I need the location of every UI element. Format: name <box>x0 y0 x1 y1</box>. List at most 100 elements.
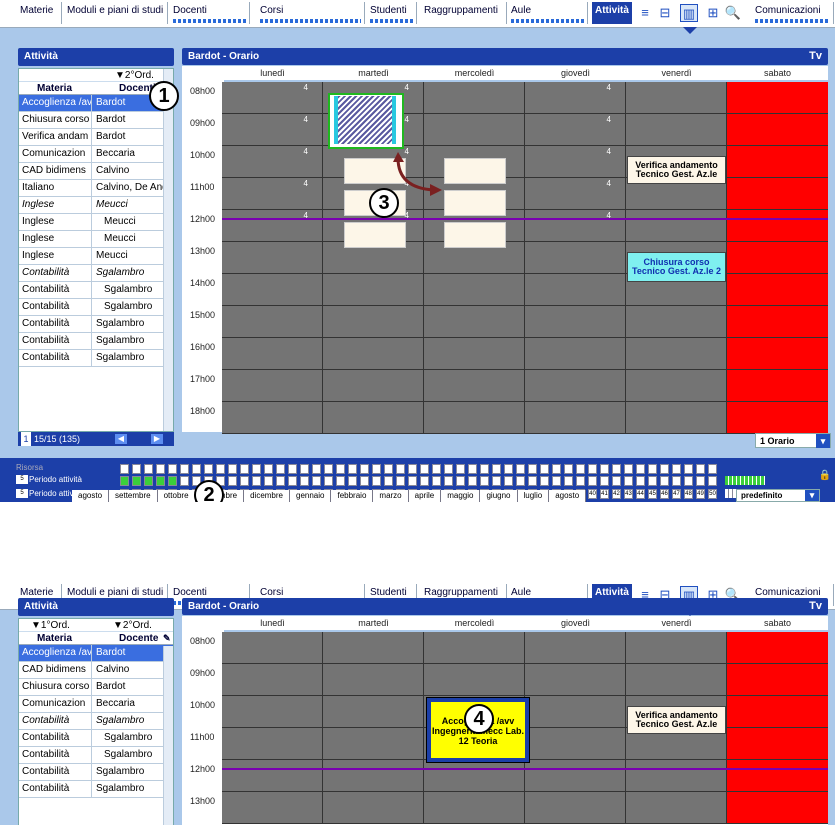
week-activity[interactable] <box>144 476 153 486</box>
activity-chiusura[interactable]: Chiusura corso Tecnico Gest. Az.le 2 <box>627 252 726 282</box>
timetable-cell[interactable] <box>424 274 525 306</box>
column-materia[interactable]: Materia <box>37 82 72 95</box>
week-risorsa[interactable] <box>384 464 393 474</box>
timetable-cell[interactable] <box>222 370 323 402</box>
week-active[interactable]: 46 <box>660 489 669 499</box>
timetable-cell[interactable] <box>323 632 424 664</box>
week-risorsa[interactable] <box>252 464 261 474</box>
column-icon[interactable]: ⊟ <box>656 4 674 22</box>
timetable-cell[interactable] <box>323 696 424 728</box>
week-risorsa[interactable] <box>324 464 333 474</box>
list-scrollbar[interactable] <box>163 69 173 431</box>
timetable-cell[interactable] <box>525 338 626 370</box>
next-page-icon[interactable]: ▶ <box>151 434 163 444</box>
timetable-cell[interactable] <box>727 664 828 696</box>
empty-slot[interactable] <box>444 222 506 248</box>
week-risorsa[interactable] <box>552 464 561 474</box>
tab-raggruppamenti[interactable]: Raggruppamenti <box>421 2 507 24</box>
timetable-cell[interactable] <box>727 696 828 728</box>
week-activity[interactable] <box>276 476 285 486</box>
timetable-cell[interactable] <box>727 402 828 434</box>
week-activity[interactable] <box>324 476 333 486</box>
week-activity[interactable] <box>432 476 441 486</box>
week-activity[interactable] <box>396 476 405 486</box>
timetable-cell[interactable] <box>323 664 424 696</box>
month-label[interactable]: maggio <box>441 490 481 502</box>
week-active[interactable]: 47 <box>672 489 681 499</box>
week-activity[interactable] <box>624 476 633 486</box>
week-activity[interactable] <box>420 476 429 486</box>
week-risorsa[interactable] <box>288 464 297 474</box>
week-risorsa[interactable] <box>216 464 225 474</box>
timetable-cell[interactable] <box>727 178 828 210</box>
timetable-cell[interactable] <box>525 760 626 792</box>
week-risorsa[interactable] <box>240 464 249 474</box>
week-activity[interactable] <box>348 476 357 486</box>
week-risorsa[interactable] <box>396 464 405 474</box>
week-activity[interactable] <box>372 476 381 486</box>
week-risorsa[interactable] <box>192 464 201 474</box>
timetable-cell[interactable] <box>626 210 727 242</box>
tab-moduli-e-piani-di-studi[interactable]: Moduli e piani di studi <box>64 2 168 24</box>
timetable-cell[interactable] <box>323 728 424 760</box>
timetable-cell[interactable]: 4 <box>525 178 626 210</box>
timetable-cell[interactable] <box>727 210 828 242</box>
timetable-cell[interactable] <box>525 664 626 696</box>
list-item[interactable]: Inglese Meucci <box>19 214 173 231</box>
week-active[interactable]: 48 <box>684 489 693 499</box>
week-active[interactable]: 45 <box>648 489 657 499</box>
week-activity[interactable] <box>240 476 249 486</box>
timetable-cell[interactable] <box>626 82 727 114</box>
list-item[interactable]: Contabilità Sgalambro <box>19 265 173 282</box>
sort-2-button[interactable]: ▼2°Ord. <box>115 69 154 82</box>
week-risorsa[interactable] <box>132 464 141 474</box>
sort-1-button[interactable]: ▼1°Ord. <box>31 619 70 632</box>
timetable-cell[interactable] <box>222 760 323 792</box>
timetable-cell[interactable] <box>727 792 828 824</box>
week-risorsa[interactable] <box>504 464 513 474</box>
timetable-cell[interactable] <box>626 792 727 824</box>
week-risorsa[interactable] <box>204 464 213 474</box>
timetable-cell[interactable] <box>323 274 424 306</box>
week-risorsa[interactable] <box>336 464 345 474</box>
week-activity[interactable] <box>648 476 657 486</box>
list-item[interactable]: Comunicazion Beccaria <box>19 696 173 713</box>
week-risorsa[interactable] <box>432 464 441 474</box>
timetable-cell[interactable]: 4 <box>222 82 323 114</box>
timetable-cell[interactable] <box>424 82 525 114</box>
timetable-cell[interactable] <box>525 274 626 306</box>
prev-page-icon[interactable]: ◀ <box>115 434 127 444</box>
activity-verifica[interactable]: Verifica andamento Tecnico Gest. Az.le <box>627 706 726 734</box>
week-activity[interactable] <box>480 476 489 486</box>
list-item[interactable]: Contabilità Sgalambro <box>19 764 173 781</box>
week-risorsa[interactable] <box>156 464 165 474</box>
orario-select[interactable]: 1 Orario ▾ <box>755 433 831 448</box>
list-item[interactable]: Inglese Meucci <box>19 231 173 248</box>
timetable-cell[interactable] <box>525 696 626 728</box>
timetable-cell[interactable] <box>424 306 525 338</box>
list-item[interactable]: Contabilità Sgalambro <box>19 747 173 764</box>
week-activity[interactable] <box>528 476 537 486</box>
week-active[interactable]: 40 <box>588 489 597 499</box>
week-risorsa[interactable] <box>600 464 609 474</box>
timetable-cell[interactable]: 4 <box>525 114 626 146</box>
timetable-cell[interactable] <box>727 632 828 664</box>
month-label[interactable]: aprile <box>409 490 442 502</box>
week-risorsa[interactable] <box>624 464 633 474</box>
timetable-cell[interactable] <box>323 760 424 792</box>
list-item[interactable]: Chiusura corso Bardot <box>19 679 173 696</box>
week-activity[interactable] <box>552 476 561 486</box>
week-activity[interactable] <box>252 476 261 486</box>
week-risorsa[interactable] <box>180 464 189 474</box>
timetable-cell[interactable] <box>222 696 323 728</box>
week-risorsa[interactable] <box>348 464 357 474</box>
timetable-cell[interactable] <box>222 792 323 824</box>
week-risorsa[interactable] <box>456 464 465 474</box>
week-risorsa[interactable] <box>120 464 129 474</box>
week-activity[interactable] <box>132 476 141 486</box>
timetable-cell[interactable] <box>525 792 626 824</box>
tab-materie[interactable]: Materie <box>17 2 62 24</box>
list-item[interactable]: Inglese Meucci <box>19 248 173 265</box>
week-activity[interactable] <box>540 476 549 486</box>
timetable-cell[interactable] <box>424 760 525 792</box>
